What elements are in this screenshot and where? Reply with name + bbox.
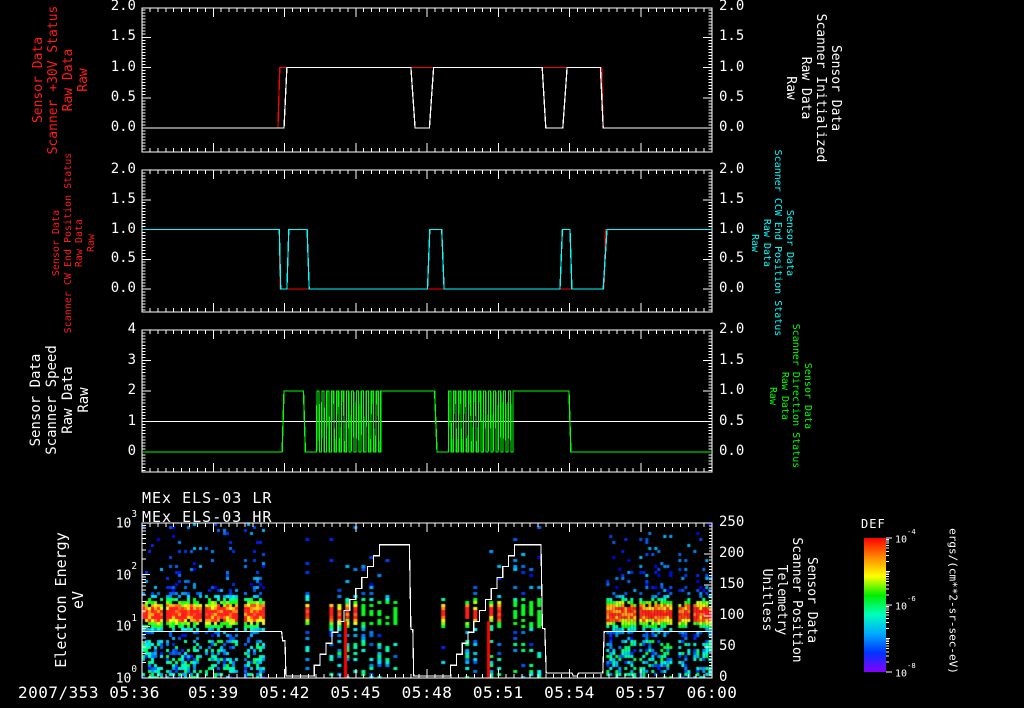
y-tick-label: 1.0 xyxy=(110,220,136,237)
telemetry-tick-label: 200 xyxy=(719,545,745,561)
telemetry-tick-label: 50 xyxy=(719,638,736,654)
telemetry-tick-label: 150 xyxy=(719,576,745,592)
y-tick-label: 2.0 xyxy=(719,321,745,337)
y-tick-label: 2 xyxy=(127,382,136,398)
labels-layer: MEx ELS-03 LR MEx ELS-03 HR DEF ergs/(cm… xyxy=(0,0,1024,708)
time-tick-label: 05:57 xyxy=(615,683,667,702)
y-tick-label: 0.5 xyxy=(719,250,745,267)
colorbar-title: DEF xyxy=(861,517,886,531)
y-tick-label: 1 xyxy=(127,412,136,429)
y-tick-label: 1.0 xyxy=(719,382,745,398)
y-tick-label: 0.5 xyxy=(719,88,745,105)
colorbar-unit-label: ergs/(cm**2-sr-sec-eV) xyxy=(946,528,960,674)
panel1-right-axis-label: Sensor Data Scanner Initialized Raw Data Ra… xyxy=(783,13,843,163)
panel4-right-axis-label: Sensor Data Scanner Position Telemetry Unit… xyxy=(759,537,819,663)
y-tick-label: 1.0 xyxy=(110,58,136,75)
spectrogram-title-lr: MEx ELS-03 LR xyxy=(142,489,273,507)
telemetry-tick-label: 250 xyxy=(719,514,745,530)
y-tick-label: 0.0 xyxy=(719,443,745,459)
y-tick-label: 0 xyxy=(127,443,136,459)
time-tick-label: 06:00 xyxy=(686,683,738,702)
y-tick-label: 0.0 xyxy=(110,119,136,135)
y-tick-label: 0.0 xyxy=(719,280,745,296)
figure: MEx ELS-03 LR MEx ELS-03 HR DEF ergs/(cm… xyxy=(0,0,1024,708)
time-tick-label: 05:54 xyxy=(544,683,595,702)
panel3-right-axis-label: Sensor Data Scanner Direction Status Raw D… xyxy=(767,323,814,469)
y-tick-label: 2.0 xyxy=(719,161,745,177)
y-tick-label: 1.5 xyxy=(719,190,745,207)
energy-tick-label: 101 xyxy=(115,612,137,635)
colorbar-tick-label: 10-4 xyxy=(895,527,916,546)
y-tick-label: 4 xyxy=(127,321,136,337)
y-tick-label: 0.5 xyxy=(110,88,136,105)
spectrogram-title-hr: MEx ELS-03 HR xyxy=(142,508,273,526)
time-tick-label: 05:42 xyxy=(259,683,310,702)
panel4-left-axis-label: Electron Energy eV xyxy=(51,532,87,668)
y-tick-label: 1.5 xyxy=(719,351,745,368)
y-tick-label: 0.0 xyxy=(719,119,745,135)
time-tick-label: 05:48 xyxy=(401,683,453,702)
energy-tick-label: 103 xyxy=(115,509,137,532)
time-tick-label: 05:51 xyxy=(472,683,524,702)
y-tick-label: 3 xyxy=(127,351,136,368)
colorbar-tick-label: 10-6 xyxy=(895,594,916,613)
y-tick-label: 0.0 xyxy=(110,280,136,296)
y-tick-label: 2.0 xyxy=(110,0,136,14)
y-tick-label: 1.5 xyxy=(110,28,136,45)
date-time-tick-label: 2007/353 05:36 xyxy=(18,683,160,702)
panel2-right-axis-label: Sensor Data Scanner CCW End Position Stat… xyxy=(749,149,796,337)
y-tick-label: 0.5 xyxy=(719,412,745,429)
y-tick-label: 1.0 xyxy=(719,58,745,75)
y-tick-label: 0.5 xyxy=(110,250,136,267)
telemetry-tick-label: 100 xyxy=(719,607,745,623)
panel2-left-axis-label: Sensor Data Scanner CW End Position Statu… xyxy=(51,152,97,334)
y-tick-label: 1.5 xyxy=(719,28,745,45)
y-tick-label: 1.0 xyxy=(719,220,745,237)
time-tick-label: 05:45 xyxy=(330,683,382,702)
y-tick-label: 2.0 xyxy=(719,0,745,14)
time-tick-label: 05:39 xyxy=(187,683,239,702)
colorbar-tick-label: 10-8 xyxy=(895,661,916,680)
y-tick-label: 2.0 xyxy=(110,161,136,177)
y-tick-label: 1.5 xyxy=(110,190,136,207)
energy-tick-label: 102 xyxy=(115,560,137,583)
